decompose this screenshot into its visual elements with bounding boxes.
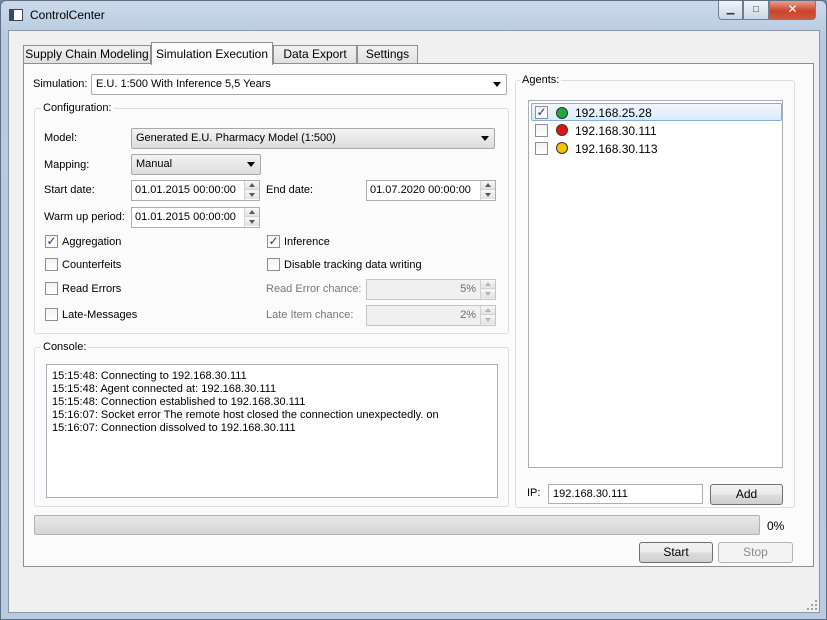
console-title: Console: bbox=[41, 341, 89, 353]
chevron-down-icon bbox=[481, 136, 489, 141]
inference-label: Inference bbox=[284, 236, 330, 248]
mapping-select[interactable]: Manual bbox=[131, 154, 261, 175]
spin-down-icon[interactable] bbox=[245, 190, 259, 199]
simulation-select-value: E.U. 1:500 With Inference 5,5 Years bbox=[96, 78, 271, 90]
mapping-label: Mapping: bbox=[44, 159, 90, 171]
aggregation-checkbox[interactable]: ✓ bbox=[45, 235, 58, 248]
spin-down-icon[interactable] bbox=[481, 190, 495, 199]
close-button[interactable]: ✕ bbox=[769, 1, 816, 20]
tab-settings[interactable]: Settings bbox=[357, 45, 418, 64]
title-bar[interactable]: ControlCenter ▁ □ ✕ bbox=[1, 1, 826, 29]
read-error-chance-input[interactable]: 5% bbox=[366, 279, 496, 300]
chevron-down-icon bbox=[493, 82, 501, 87]
spin-up-icon[interactable] bbox=[245, 208, 259, 217]
agent-row[interactable]: 192.168.30.113 bbox=[531, 139, 782, 157]
status-red-icon bbox=[556, 124, 568, 136]
configuration-group: Configuration: Model: Generated E.U. Pha… bbox=[34, 102, 509, 334]
model-label: Model: bbox=[44, 132, 78, 144]
end-date-value: 01.07.2020 00:00:00 bbox=[370, 184, 471, 196]
warm-up-input[interactable]: 01.01.2015 00:00:00 bbox=[131, 207, 260, 228]
read-error-chance-value: 5% bbox=[460, 283, 476, 295]
spin-up-icon[interactable] bbox=[481, 306, 495, 315]
spin-down-icon[interactable] bbox=[481, 289, 495, 298]
agent-ip: 192.168.25.28 bbox=[575, 106, 652, 120]
tab-simulation-execution[interactable]: Simulation Execution bbox=[151, 42, 273, 65]
app-icon bbox=[9, 9, 23, 21]
resize-grip-icon[interactable] bbox=[807, 600, 817, 610]
agents-list[interactable]: ✓ 192.168.25.28 192.168.30.111 192.168.3… bbox=[528, 100, 783, 468]
agent-ip: 192.168.30.111 bbox=[575, 124, 657, 138]
simulation-select[interactable]: E.U. 1:500 With Inference 5,5 Years bbox=[91, 74, 507, 95]
console-line: 15:16:07: Connection dissolved to 192.16… bbox=[52, 422, 296, 434]
counterfeits-checkbox[interactable] bbox=[45, 258, 58, 271]
agents-title: Agents: bbox=[520, 74, 562, 86]
add-agent-button[interactable]: Add bbox=[710, 484, 783, 505]
mapping-select-value: Manual bbox=[136, 158, 173, 170]
spin-up-icon[interactable] bbox=[245, 181, 259, 190]
tab-data-export[interactable]: Data Export bbox=[273, 45, 357, 64]
ip-label: IP: bbox=[527, 487, 541, 499]
disable-tracking-checkbox[interactable] bbox=[267, 258, 280, 271]
start-date-label: Start date: bbox=[44, 184, 95, 196]
maximize-button[interactable]: □ bbox=[743, 1, 769, 20]
agent-checkbox[interactable] bbox=[535, 142, 548, 155]
agent-row[interactable]: 192.168.30.111 bbox=[531, 121, 782, 139]
agent-checkbox[interactable]: ✓ bbox=[535, 106, 548, 119]
client-area: Supply Chain Modeling Simulation Executi… bbox=[8, 30, 820, 613]
late-item-chance-label: Late Item chance: bbox=[266, 309, 354, 321]
status-yellow-icon bbox=[556, 142, 568, 154]
warm-up-spinner[interactable] bbox=[244, 208, 259, 227]
console-line: 15:15:48: Agent connected at: 192.168.30… bbox=[52, 383, 277, 395]
model-select-value: Generated E.U. Pharmacy Model (1:500) bbox=[136, 132, 336, 144]
minimize-button[interactable]: ▁ bbox=[718, 1, 743, 20]
agent-ip: 192.168.30.113 bbox=[575, 142, 658, 156]
read-error-chance-label: Read Error chance: bbox=[266, 283, 362, 295]
start-button[interactable]: Start bbox=[639, 542, 713, 563]
late-messages-label: Late-Messages bbox=[62, 309, 138, 321]
agent-checkbox[interactable] bbox=[535, 124, 548, 137]
inference-checkbox[interactable]: ✓ bbox=[267, 235, 280, 248]
tab-supply-chain-modeling[interactable]: Supply Chain Modeling bbox=[23, 45, 151, 64]
simulation-label: Simulation: bbox=[33, 78, 88, 90]
app-window: ControlCenter ▁ □ ✕ Supply Chain Modelin… bbox=[0, 0, 827, 620]
start-date-spinner[interactable] bbox=[244, 181, 259, 200]
progress-label: 0% bbox=[767, 519, 785, 533]
console-line: 15:15:48: Connection established to 192.… bbox=[52, 396, 306, 408]
start-date-input[interactable]: 01.01.2015 00:00:00 bbox=[131, 180, 260, 201]
spin-down-icon[interactable] bbox=[481, 315, 495, 324]
ip-input[interactable]: 192.168.30.111 bbox=[548, 484, 703, 504]
configuration-title: Configuration: bbox=[41, 102, 114, 114]
spin-up-icon[interactable] bbox=[481, 280, 495, 289]
late-item-chance-spinner[interactable] bbox=[480, 306, 495, 325]
console-line: 15:15:48: Connecting to 192.168.30.111 bbox=[52, 370, 247, 382]
status-green-icon bbox=[556, 107, 568, 119]
model-select[interactable]: Generated E.U. Pharmacy Model (1:500) bbox=[131, 128, 495, 149]
read-error-chance-spinner[interactable] bbox=[480, 280, 495, 299]
console-output[interactable]: 15:15:48: Connecting to 192.168.30.111 1… bbox=[46, 364, 498, 498]
counterfeits-label: Counterfeits bbox=[62, 259, 122, 271]
disable-tracking-label: Disable tracking data writing bbox=[284, 259, 422, 271]
late-item-chance-value: 2% bbox=[460, 309, 476, 321]
warm-up-value: 01.01.2015 00:00:00 bbox=[135, 211, 236, 223]
late-item-chance-input[interactable]: 2% bbox=[366, 305, 496, 326]
stop-button[interactable]: Stop bbox=[718, 542, 793, 563]
late-messages-checkbox[interactable] bbox=[45, 308, 58, 321]
progress-bar bbox=[34, 515, 760, 535]
chevron-down-icon bbox=[247, 162, 255, 167]
spin-up-icon[interactable] bbox=[481, 181, 495, 190]
spin-down-icon[interactable] bbox=[245, 217, 259, 226]
start-date-value: 01.01.2015 00:00:00 bbox=[135, 184, 236, 196]
end-date-spinner[interactable] bbox=[480, 181, 495, 200]
read-errors-label: Read Errors bbox=[62, 283, 122, 295]
simulation-execution-panel: Simulation: E.U. 1:500 With Inference 5,… bbox=[23, 63, 814, 567]
warm-up-label: Warm up period: bbox=[44, 211, 125, 223]
read-errors-checkbox[interactable] bbox=[45, 282, 58, 295]
end-date-label: End date: bbox=[266, 184, 314, 196]
end-date-input[interactable]: 01.07.2020 00:00:00 bbox=[366, 180, 496, 201]
console-line: 15:16:07: Socket error The remote host c… bbox=[52, 409, 439, 421]
agent-row[interactable]: ✓ 192.168.25.28 bbox=[531, 103, 782, 121]
aggregation-label: Aggregation bbox=[62, 236, 122, 248]
agents-group: Agents: ✓ 192.168.25.28 192.168.30.111 1… bbox=[515, 74, 795, 508]
window-title: ControlCenter bbox=[30, 8, 105, 22]
